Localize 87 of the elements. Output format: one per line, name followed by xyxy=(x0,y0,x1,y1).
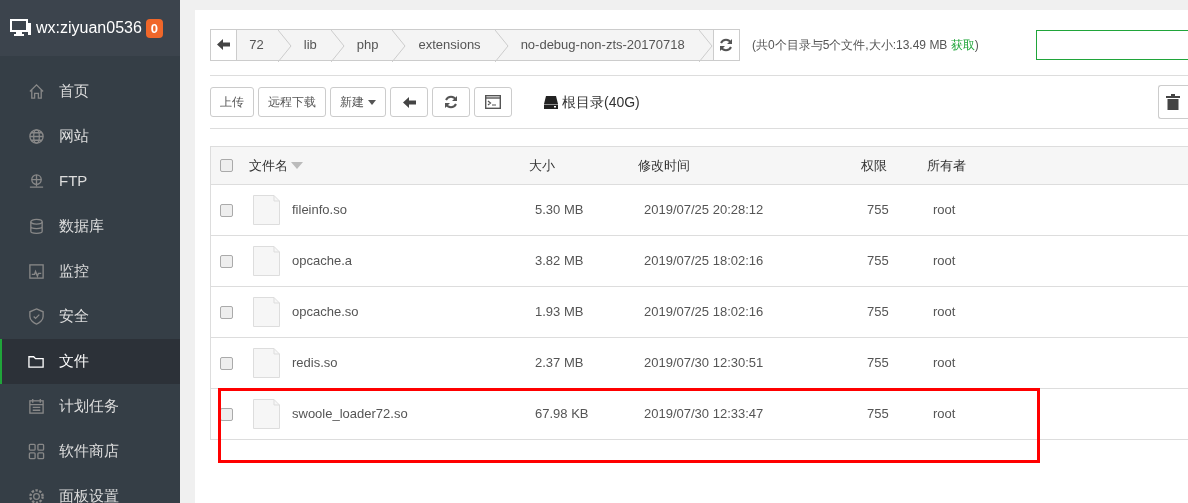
breadcrumb-item[interactable]: extensions xyxy=(406,29,495,60)
file-icon xyxy=(253,297,280,327)
select-all-checkbox[interactable] xyxy=(220,159,233,172)
row-checkbox[interactable] xyxy=(220,305,233,319)
breadcrumb-item[interactable]: 72 xyxy=(237,29,278,60)
file-icon xyxy=(253,195,280,225)
modified-time: 2019/07/25 20:28:12 xyxy=(643,202,764,218)
sidebar-item[interactable]: FTP xyxy=(0,159,180,204)
owner: root xyxy=(932,253,956,269)
file-icon xyxy=(253,246,280,276)
permissions: 755 xyxy=(866,355,889,371)
grid-icon xyxy=(28,443,45,460)
calendar-icon xyxy=(28,398,45,415)
terminal-button[interactable] xyxy=(474,87,512,117)
file-size: 3.82 MB xyxy=(534,253,584,269)
back-button[interactable] xyxy=(390,87,428,117)
caret-icon xyxy=(368,99,376,105)
permissions: 755 xyxy=(866,253,889,269)
file-name[interactable]: redis.so xyxy=(292,353,338,373)
sidebar-item[interactable]: 首页 xyxy=(0,69,180,114)
file-name[interactable]: swoole_loader72.so xyxy=(292,404,408,424)
sidebar-item[interactable]: 面板设置 xyxy=(0,474,180,503)
column-header[interactable]: 文件名 xyxy=(249,155,288,176)
search-field[interactable] xyxy=(1036,29,1188,60)
breadcrumb-item[interactable]: php xyxy=(344,29,393,60)
modified-time: 2019/07/25 18:02:16 xyxy=(643,253,764,269)
delete-button[interactable] xyxy=(1158,85,1188,119)
modified-time: 2019/07/30 12:33:47 xyxy=(643,406,764,422)
refresh-button[interactable] xyxy=(432,87,470,117)
directory-summary: (共0个目录与5个文件,大小:13.49 MB 获取) xyxy=(752,36,979,54)
back-arrow-icon xyxy=(402,96,416,108)
permissions: 755 xyxy=(866,202,889,218)
permissions: 755 xyxy=(866,406,889,422)
column-header: 大小 xyxy=(529,157,555,173)
column-header: 修改时间 xyxy=(638,157,690,173)
toolbar-button[interactable]: 远程下载 xyxy=(258,87,326,117)
refresh-icon xyxy=(444,95,458,109)
toolbar-button[interactable]: 上传 xyxy=(210,87,254,117)
row-checkbox[interactable] xyxy=(220,203,233,217)
owner: root xyxy=(932,202,956,218)
computer-icon xyxy=(10,19,32,37)
breadcrumb-item[interactable]: no-debug-non-zts-20170718 xyxy=(508,29,699,60)
sidebar-item[interactable]: 数据库 xyxy=(0,204,180,249)
sidebar-item[interactable]: 网站 xyxy=(0,114,180,159)
shield-icon xyxy=(28,308,45,325)
file-icon xyxy=(253,348,280,378)
refresh-button[interactable] xyxy=(712,29,739,60)
permissions: 755 xyxy=(866,304,889,320)
server-name: wx:ziyuan0536 xyxy=(36,18,142,38)
sidebar-item[interactable]: 监控 xyxy=(0,249,180,294)
sidebar-item[interactable]: 计划任务 xyxy=(0,384,180,429)
column-header: 所有者 xyxy=(927,157,966,173)
database-icon xyxy=(28,218,45,235)
root-directory-label[interactable]: 根目录(40G) xyxy=(562,91,640,113)
file-size: 2.37 MB xyxy=(534,355,584,371)
owner: root xyxy=(932,355,956,371)
file-name[interactable]: opcache.so xyxy=(292,302,359,322)
file-size: 5.30 MB xyxy=(534,202,584,218)
owner: root xyxy=(932,406,956,422)
chart-icon xyxy=(28,263,45,280)
new-dropdown-button[interactable]: 新建 xyxy=(330,87,386,117)
terminal-icon xyxy=(485,95,501,109)
column-header: 权限 xyxy=(861,157,887,173)
refresh-icon xyxy=(719,37,734,52)
sidebar-item[interactable]: 文件 xyxy=(0,339,180,384)
network-globe-icon xyxy=(28,173,45,190)
globe-icon xyxy=(28,128,45,145)
modified-time: 2019/07/30 12:30:51 xyxy=(643,355,764,371)
back-button[interactable] xyxy=(211,29,238,60)
back-arrow-icon xyxy=(217,39,231,50)
file-icon xyxy=(253,399,280,429)
modified-time: 2019/07/25 18:02:16 xyxy=(643,304,764,320)
settings-icon xyxy=(28,488,45,503)
row-checkbox[interactable] xyxy=(220,254,233,268)
file-size: 1.93 MB xyxy=(534,304,584,320)
breadcrumb-item[interactable]: lib xyxy=(291,29,331,60)
sidebar-item[interactable]: 安全 xyxy=(0,294,180,339)
trash-icon xyxy=(1166,94,1180,110)
file-name[interactable]: opcache.a xyxy=(292,251,352,271)
file-size: 67.98 KB xyxy=(534,406,589,422)
file-name[interactable]: fileinfo.so xyxy=(292,200,347,220)
owner: root xyxy=(932,304,956,320)
sidebar-item[interactable]: 软件商店 xyxy=(0,429,180,474)
row-checkbox[interactable] xyxy=(220,356,233,370)
hard-drive-icon xyxy=(544,95,558,109)
home-icon xyxy=(28,83,45,100)
folder-icon xyxy=(28,353,45,370)
